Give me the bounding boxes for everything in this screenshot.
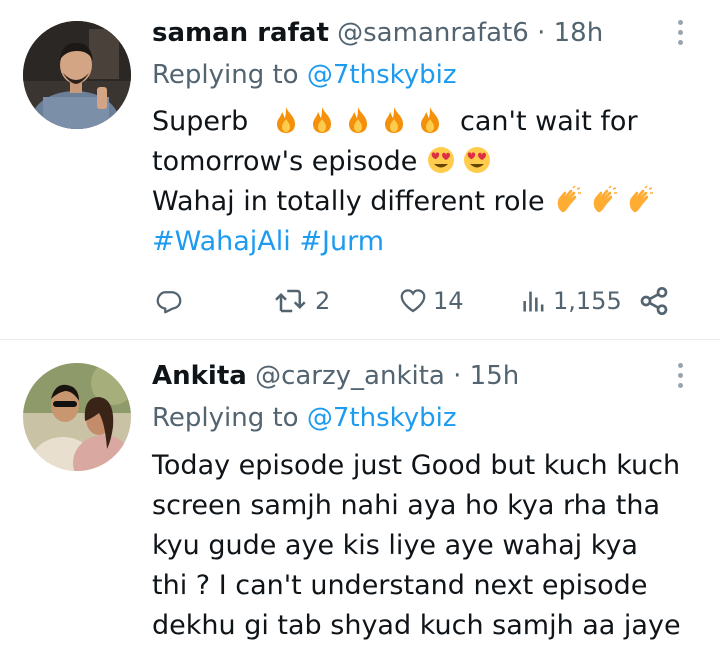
user-handle[interactable]: @samanrafat6	[337, 18, 529, 48]
replying-to: Replying to @7thskybiz	[152, 400, 457, 436]
display-name[interactable]: Ankita	[152, 361, 247, 391]
retweet-button[interactable]: 2	[272, 281, 330, 321]
replying-to: Replying to @7thskybiz	[152, 57, 457, 93]
tweet-text: Superb can't wait for tomorrow's episode…	[152, 102, 661, 262]
replying-prefix: Replying to	[152, 60, 307, 90]
tweet-line-3: Wahaj in totally different role	[152, 182, 661, 222]
tweet-line-2: tomorrow's episode	[152, 142, 661, 182]
fire-icon	[385, 107, 404, 133]
timestamp[interactable]: 18h	[554, 18, 604, 48]
tweet-line-1: Superb can't wait for	[152, 102, 661, 142]
tweet-2[interactable]: Ankita @carzy_ankita · 15h Replying to @…	[0, 340, 720, 672]
share-button[interactable]	[638, 281, 670, 321]
more-icon[interactable]	[668, 363, 692, 393]
clapping-hands-icon	[558, 185, 582, 213]
tweet-actions: 2 14 1,155	[154, 281, 674, 321]
tweet-line-5: dekhu gi tab shyad kuch samjh aa jaye	[152, 610, 681, 641]
fire-icon	[349, 107, 368, 133]
more-icon[interactable]	[668, 20, 692, 50]
tweet-header: saman rafat @samanrafat6 · 18h	[152, 15, 603, 51]
views-button[interactable]: 1,155	[520, 281, 622, 321]
fire-icon	[277, 107, 296, 133]
display-name[interactable]: saman rafat	[152, 18, 329, 48]
replying-to-handle[interactable]: @7thskybiz	[307, 403, 457, 433]
views-count: 1,155	[553, 287, 622, 315]
separator-dot: ·	[537, 18, 546, 48]
tweet-text-part: tomorrow's episode	[152, 146, 418, 177]
tweet-text-part: can't wait for	[460, 106, 638, 137]
fire-icon	[421, 107, 440, 133]
tweet-1[interactable]: saman rafat @samanrafat6 · 18h Replying …	[0, 0, 720, 339]
separator-dot: ·	[453, 361, 462, 391]
share-icon	[640, 287, 668, 315]
tweet-header: Ankita @carzy_ankita · 15h	[152, 358, 519, 394]
tweet-text: Today episode just Good but kuch kuch sc…	[152, 446, 681, 646]
tweet-line-3: kyu gude aye kis liye aye wahaj kya	[152, 530, 638, 561]
like-button[interactable]: 14	[398, 281, 464, 321]
replying-prefix: Replying to	[152, 403, 307, 433]
hashtag-jurm[interactable]: #Jurm	[299, 226, 384, 257]
like-icon	[400, 289, 426, 313]
retweet-count: 2	[315, 287, 331, 315]
views-icon	[523, 291, 544, 312]
avatar-saman-rafat[interactable]	[23, 21, 131, 129]
tweet-text-part: Wahaj in totally different role	[152, 186, 545, 217]
reply-button[interactable]	[154, 281, 184, 321]
replying-to-handle[interactable]: @7thskybiz	[307, 60, 457, 90]
heart-eyes-icon	[427, 147, 454, 173]
avatar-ankita[interactable]	[23, 363, 131, 471]
clapping-hands-icon	[630, 185, 654, 213]
like-count: 14	[433, 287, 464, 315]
tweet-line-4: thi ? I can't understand next episode	[152, 570, 648, 601]
user-handle[interactable]: @carzy_ankita	[255, 361, 445, 391]
fire-icon	[313, 107, 332, 133]
tweet-line-4: #WahajAli #Jurm	[152, 222, 661, 262]
reply-icon	[156, 291, 182, 314]
retweet-icon	[275, 289, 306, 313]
tweet-line-2: screen samjh nahi aya ho kya rha tha	[152, 490, 661, 521]
tweet-line-1: Today episode just Good but kuch kuch	[152, 450, 681, 481]
timestamp[interactable]: 15h	[470, 361, 520, 391]
heart-eyes-icon	[463, 147, 490, 173]
tweet-text-part: Superb	[152, 106, 249, 137]
hashtag-wahajali[interactable]: #WahajAli	[152, 226, 291, 257]
clapping-hands-icon	[594, 185, 618, 213]
